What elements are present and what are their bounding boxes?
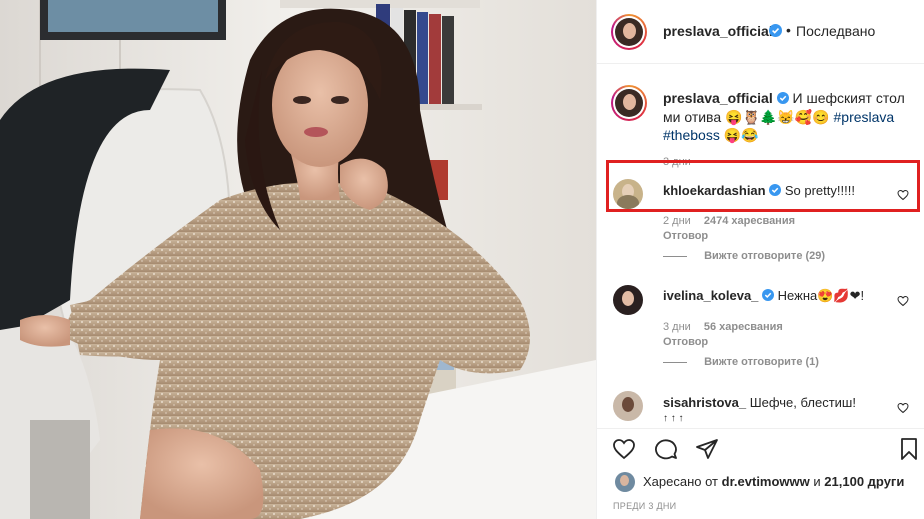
replies-line [663,361,687,363]
liked-by-line: Харесано от dr.evtimowww и 21,100 други [643,474,904,489]
comment-avatar[interactable] [613,391,643,421]
caption-username[interactable]: preslava_official [663,90,773,106]
like-heart-icon[interactable] [611,437,637,466]
hashtag-preslava[interactable]: #preslava [834,109,895,125]
comment-text: Нежна [777,288,818,303]
comment-time: 3 дни [663,321,691,333]
comment-username[interactable]: ivelina_koleva_ [663,288,758,303]
comment-text: Шефче, блестиш! [749,395,856,410]
comment-avatar[interactable] [613,285,643,315]
liked-by-user[interactable]: dr.evtimowww [722,474,810,489]
comment-item: sisahristova_ Шефче, блестиш! ↑ ↑ ↑ [597,385,924,427]
caption-emoji-end: 😝😂 [723,127,759,143]
liked-by-count[interactable]: 21,100 други [824,474,904,489]
view-replies-button[interactable]: Вижте отговорите (1) [704,356,819,368]
comment-likes[interactable]: 2474 харесвания [704,215,795,227]
comment-arrows: ↑ ↑ ↑ [663,413,684,424]
author-username[interactable]: preslava_official [663,23,773,39]
verified-badge-icon [762,288,775,306]
comment-time: 2 дни [663,215,691,227]
bookmark-icon[interactable] [897,437,921,466]
comment-username[interactable]: sisahristova_ [663,395,746,410]
verified-badge-icon [776,90,789,108]
post-side-panel: preslava_official • Последвано preslava_… [596,0,924,519]
follow-status-button[interactable]: Последвано [796,23,875,39]
comment-reply-button[interactable]: Отговор [663,336,708,348]
comment-emoji: 😍💋❤ [817,288,861,303]
highlight-box [606,160,920,212]
separator-dot: • [786,22,791,38]
author-avatar[interactable] [611,14,647,50]
post-header: preslava_official • Последвано [597,0,924,64]
post-photo-illustration [0,0,596,519]
replies-line [663,255,687,257]
comment-icon[interactable] [653,437,679,466]
comment-like-heart-icon[interactable] [897,401,909,419]
comment-exclaim: ! [860,288,865,303]
verified-badge-icon [769,24,782,42]
post-photo[interactable] [0,0,596,519]
post-actions: Харесано от dr.evtimowww и 21,100 други … [597,428,924,519]
hashtag-theboss[interactable]: #theboss [663,127,720,143]
caption-avatar[interactable] [611,85,647,121]
caption-emoji: 😝🦉🌲😸🥰😊 [725,109,830,125]
comments-list[interactable]: preslava_official И шефският стол ми оти… [597,65,924,427]
liked-by-avatar[interactable] [615,472,635,492]
caption: preslava_official И шефският стол ми оти… [597,65,924,168]
share-icon[interactable] [694,437,720,466]
liked-by-prefix: Харесано от [643,474,719,489]
liked-by-and: и [813,474,821,489]
view-replies-button[interactable]: Вижте отговорите (29) [704,250,825,262]
comment-item: ivelina_koleva_ Нежна😍💋❤! 3 дни 56 харес… [597,277,924,377]
post-time[interactable]: ПРЕДИ 3 ДНИ [613,501,676,511]
comment-reply-button[interactable]: Отговор [663,230,708,242]
comment-like-heart-icon[interactable] [897,294,909,312]
comment-likes[interactable]: 56 харесвания [704,321,783,333]
